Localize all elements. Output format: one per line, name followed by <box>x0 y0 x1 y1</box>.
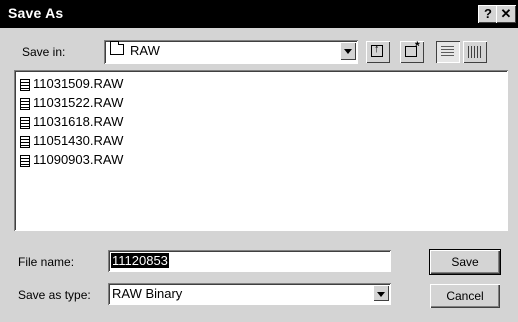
chevron-down-icon[interactable] <box>340 42 356 60</box>
list-view-button[interactable] <box>436 41 460 63</box>
new-folder-icon <box>405 39 420 57</box>
list-view-icon <box>441 46 454 58</box>
list-item[interactable]: 11031522.RAW <box>20 95 123 111</box>
save-as-type-value: RAW Binary <box>112 286 183 301</box>
folder-icon <box>110 41 124 55</box>
file-name: 11090903.RAW <box>33 152 124 167</box>
file-name-label: File name: <box>18 255 75 269</box>
list-item[interactable]: 11031618.RAW <box>20 114 123 130</box>
list-item[interactable]: 11051430.RAW <box>20 133 123 149</box>
save-as-type-label: Save as type: <box>18 288 91 302</box>
file-name: 11051430.RAW <box>33 133 124 148</box>
file-icon <box>20 116 30 129</box>
save-in-label: Save in: <box>22 45 66 59</box>
file-name: 11031618.RAW <box>33 114 124 129</box>
new-folder-button[interactable] <box>400 39 424 63</box>
file-name-value: 11120853 <box>111 253 169 268</box>
file-icon <box>20 97 30 110</box>
save-in-value: RAW <box>130 43 160 58</box>
save-as-type-dropdown[interactable]: RAW Binary <box>108 283 391 305</box>
save-as-dialog: Save As ? ✕ Save in: RAW 11031509.RAW 11… <box>0 0 518 322</box>
title-bar[interactable]: Save As ? ✕ <box>0 0 518 28</box>
file-name-input[interactable]: 11120853 <box>108 250 391 272</box>
file-icon <box>20 135 30 148</box>
help-button[interactable]: ? <box>478 5 498 23</box>
file-name: 11031509.RAW <box>33 76 124 91</box>
file-icon <box>20 154 30 167</box>
list-item[interactable]: 11031509.RAW <box>20 76 123 92</box>
file-name: 11031522.RAW <box>33 95 124 110</box>
save-in-dropdown[interactable]: RAW <box>104 40 358 64</box>
file-icon <box>20 78 30 91</box>
close-button[interactable]: ✕ <box>496 5 516 23</box>
cancel-button[interactable]: Cancel <box>430 284 500 308</box>
up-folder-button[interactable] <box>366 41 390 63</box>
details-view-icon <box>468 46 481 58</box>
window-title: Save As <box>8 5 64 21</box>
details-view-button[interactable] <box>463 41 487 63</box>
save-button[interactable]: Save <box>429 249 501 275</box>
up-folder-icon <box>371 43 383 57</box>
chevron-down-icon[interactable] <box>373 285 389 301</box>
file-list[interactable]: 11031509.RAW 11031522.RAW 11031618.RAW 1… <box>14 70 508 231</box>
list-item[interactable]: 11090903.RAW <box>20 152 123 168</box>
